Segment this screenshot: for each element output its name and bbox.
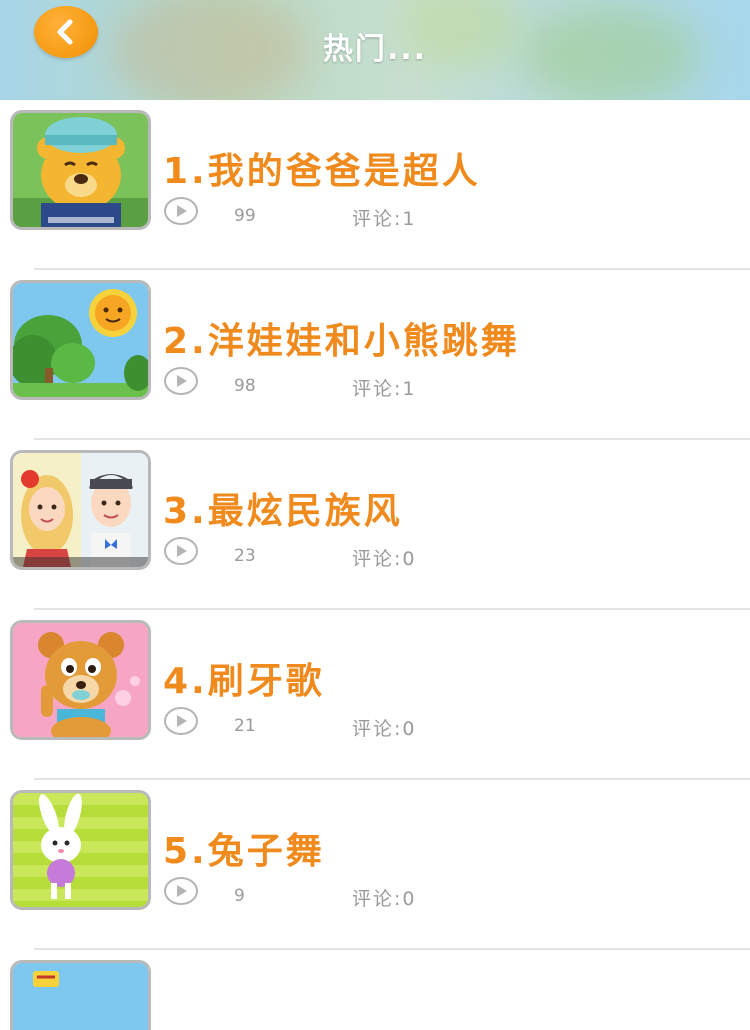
video-title[interactable]: 3.最炫民族风 <box>163 482 403 534</box>
list-item[interactable]: 3.最炫民族风 23 评论:0 <box>0 440 750 610</box>
video-thumbnail[interactable] <box>10 790 151 910</box>
play-icon[interactable] <box>163 536 199 566</box>
video-thumbnail[interactable] <box>10 110 151 230</box>
list-item[interactable]: 1.我的爸爸是超人 99 评论:1 <box>0 100 750 270</box>
comment-count: 评论:0 <box>352 888 417 910</box>
comment-count: 评论:0 <box>352 718 417 740</box>
couple-thumbnail-icon <box>13 453 148 567</box>
video-thumbnail[interactable] <box>10 280 151 400</box>
video-thumbnail[interactable] <box>10 960 151 1030</box>
sun-and-trees-thumbnail-icon <box>13 283 148 397</box>
partial-thumbnail-icon <box>13 963 148 1030</box>
video-title[interactable]: 4.刷牙歌 <box>163 652 325 704</box>
play-icon[interactable] <box>163 366 199 396</box>
play-count: 21 <box>234 716 256 736</box>
play-icon[interactable] <box>163 196 199 226</box>
bunny-thumbnail-icon <box>13 793 148 907</box>
play-icon[interactable] <box>163 876 199 906</box>
video-title[interactable]: 2.洋娃娃和小熊跳舞 <box>163 312 520 364</box>
play-icon[interactable] <box>163 706 199 736</box>
play-count: 99 <box>234 206 256 226</box>
list-item[interactable]: 2.洋娃娃和小熊跳舞 98 评论:1 <box>0 270 750 440</box>
list-item[interactable]: 4.刷牙歌 21 评论:0 <box>0 610 750 780</box>
comment-count: 评论:1 <box>352 208 417 230</box>
page-title: 热门... <box>322 32 428 67</box>
video-thumbnail[interactable] <box>10 450 151 570</box>
play-count: 23 <box>234 546 256 566</box>
video-title[interactable]: 5.兔子舞 <box>163 822 325 874</box>
video-title[interactable]: 1.我的爸爸是超人 <box>163 142 481 194</box>
play-count: 9 <box>234 886 245 906</box>
comment-count: 评论:0 <box>352 548 417 570</box>
header-bar: 热门... <box>0 0 750 100</box>
list-item[interactable]: 5.兔子舞 9 评论:0 <box>0 780 750 950</box>
bear-with-hat-thumbnail-icon <box>13 113 148 227</box>
video-thumbnail[interactable] <box>10 620 151 740</box>
video-list[interactable]: 1.我的爸爸是超人 99 评论:1 2.洋娃娃和小熊跳舞 98 评论:1 3.最… <box>0 100 750 1030</box>
list-item[interactable] <box>0 950 750 1030</box>
comment-count: 评论:1 <box>352 378 417 400</box>
bear-brushing-teeth-thumbnail-icon <box>13 623 148 737</box>
play-count: 98 <box>234 376 256 396</box>
